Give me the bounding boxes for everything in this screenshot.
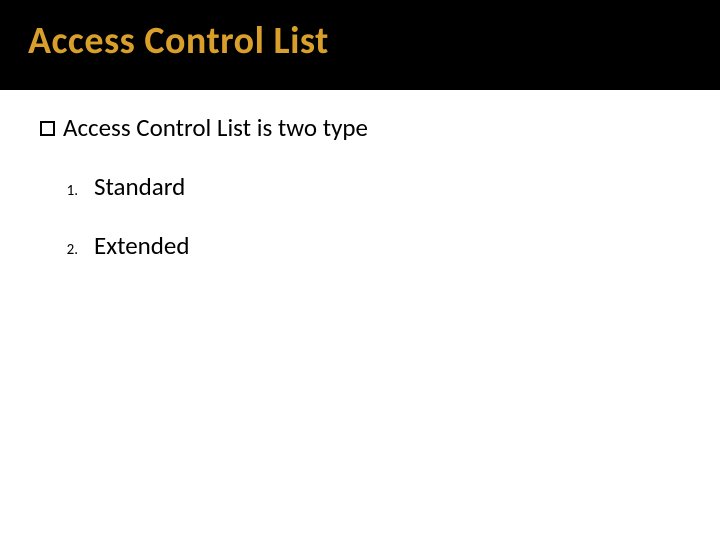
slide-title: Access Control List	[28, 18, 692, 64]
title-band: Access Control List	[0, 0, 720, 90]
list-number: 1.	[58, 182, 78, 200]
square-bullet-icon	[40, 121, 55, 136]
list-label: Standard	[94, 171, 185, 202]
list-item: 1. Standard	[58, 171, 680, 202]
list-item: 2. Extended	[58, 230, 680, 261]
intro-text: Access Control List is two type	[63, 112, 368, 143]
slide-content: Access Control List is two type 1. Stand…	[0, 90, 720, 261]
intro-line: Access Control List is two type	[40, 112, 680, 143]
list-number: 2.	[58, 241, 78, 259]
list-label: Extended	[94, 230, 190, 261]
